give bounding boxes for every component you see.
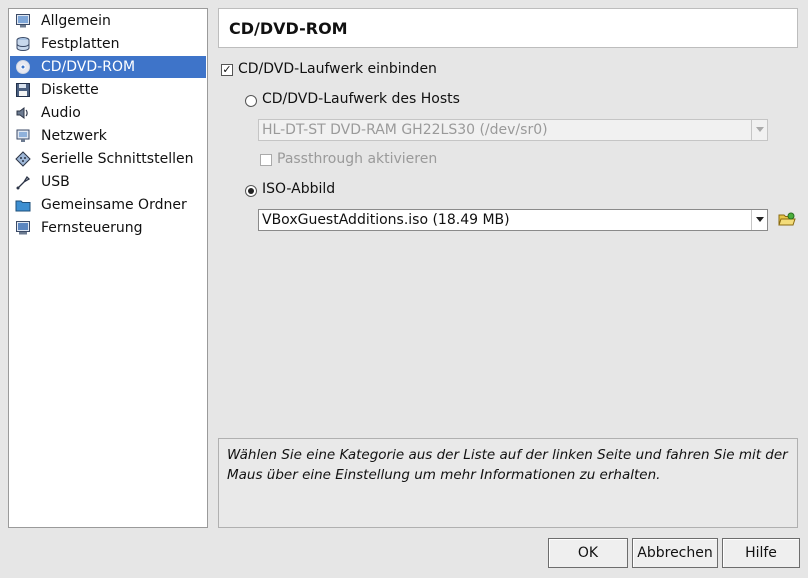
general-icon [13, 12, 33, 30]
sidebar-item-label: Fernsteuerung [41, 220, 143, 236]
sidebar-item-audio[interactable]: Audio [10, 102, 206, 124]
iso-image-radio[interactable] [245, 185, 257, 197]
passthrough-checkbox[interactable] [260, 154, 272, 166]
sidebar-item-shared-folders[interactable]: Gemeinsame Ordner [10, 194, 206, 216]
host-drive-label: CD/DVD-Laufwerk des Hosts [262, 91, 460, 107]
sidebar-item-label: Gemeinsame Ordner [41, 197, 187, 213]
harddisk-icon [13, 35, 33, 53]
mount-drive-checkbox[interactable]: ✓ [221, 64, 233, 76]
network-icon [13, 127, 33, 145]
sidebar-item-usb[interactable]: USB [10, 171, 206, 193]
browse-iso-button[interactable] [776, 210, 798, 232]
open-folder-icon [778, 211, 796, 231]
host-drive-select[interactable]: HL-DT-ST DVD-RAM GH22LS30 (/dev/sr0) [258, 119, 768, 141]
remote-display-icon [13, 219, 33, 237]
sidebar-item-label: USB [41, 174, 70, 190]
sidebar-item-harddisks[interactable]: Festplatten [10, 33, 206, 55]
sidebar-item-label: Allgemein [41, 13, 111, 29]
sidebar-item-serial-ports[interactable]: Serielle Schnittstellen [10, 148, 206, 170]
shared-folder-icon [13, 196, 33, 214]
host-drive-radio[interactable] [245, 95, 257, 107]
sidebar-item-label: Diskette [41, 82, 99, 98]
sidebar-item-remote-display[interactable]: Fernsteuerung [10, 217, 206, 239]
chevron-down-icon [751, 120, 767, 140]
host-drive-value: HL-DT-ST DVD-RAM GH22LS30 (/dev/sr0) [262, 122, 548, 138]
sidebar-item-label: Festplatten [41, 36, 120, 52]
iso-image-label: ISO-Abbild [262, 181, 336, 197]
cd-icon [13, 58, 33, 76]
sidebar-item-label: Audio [41, 105, 81, 121]
cancel-button[interactable]: Abbrechen [632, 538, 718, 568]
ok-button[interactable]: OK [548, 538, 628, 568]
usb-icon [13, 173, 33, 191]
sidebar-item-label: Netzwerk [41, 128, 107, 144]
sidebar-item-cdrom[interactable]: CD/DVD-ROM [10, 56, 206, 78]
passthrough-label: Passthrough aktivieren [277, 151, 438, 167]
iso-image-value: VBoxGuestAdditions.iso (18.49 MB) [262, 212, 510, 228]
sidebar-item-label: CD/DVD-ROM [41, 59, 136, 75]
sidebar-item-general[interactable]: Allgemein [10, 10, 206, 32]
chevron-down-icon [751, 210, 767, 230]
page-title: CD/DVD-ROM [218, 8, 798, 48]
sidebar-item-network[interactable]: Netzwerk [10, 125, 206, 147]
info-description: Wählen Sie eine Kategorie aus der Liste … [218, 438, 798, 528]
floppy-icon [13, 81, 33, 99]
audio-icon [13, 104, 33, 122]
serial-port-icon [13, 150, 33, 168]
help-button[interactable]: Hilfe [722, 538, 800, 568]
sidebar-item-label: Serielle Schnittstellen [41, 151, 194, 167]
sidebar-item-floppy[interactable]: Diskette [10, 79, 206, 101]
category-list[interactable]: Allgemein Festplatten CD/DVD-ROM Diskett… [8, 8, 208, 528]
iso-image-select[interactable]: VBoxGuestAdditions.iso (18.49 MB) [258, 209, 768, 231]
mount-drive-label: CD/DVD-Laufwerk einbinden [238, 61, 437, 77]
